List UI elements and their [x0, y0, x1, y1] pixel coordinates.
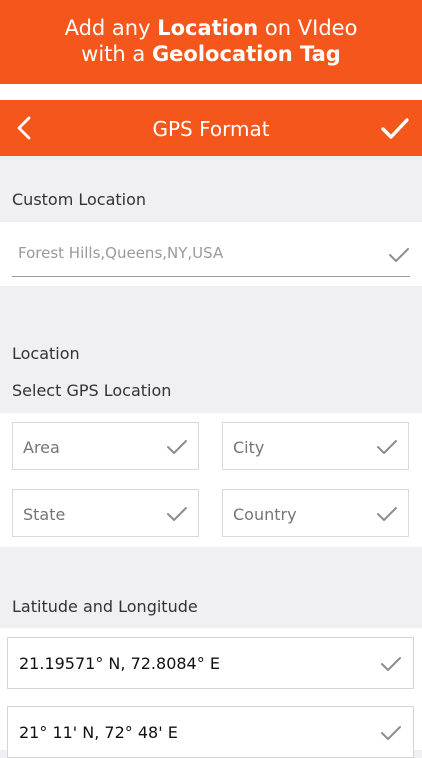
location-label: Location — [12, 344, 80, 363]
banner-bold-text: Geolocation Tag — [151, 42, 341, 66]
page-title: GPS Format — [152, 117, 270, 141]
state-input[interactable] — [23, 504, 163, 524]
city-field[interactable] — [222, 422, 409, 470]
custom-location-field — [12, 232, 410, 277]
city-input[interactable] — [233, 437, 373, 457]
checkmark-icon — [381, 118, 409, 139]
divider — [0, 84, 422, 100]
checkmark-icon — [381, 726, 401, 740]
banner-line-1: Add any Location on VIdeo — [0, 15, 422, 41]
coord-text: 21.19571° N, 72.8084° E — [19, 654, 220, 673]
banner-text: with a — [81, 42, 152, 66]
state-field[interactable] — [12, 489, 199, 537]
checkmark-icon[interactable] — [166, 505, 188, 523]
coord-option-decimal[interactable]: 21.19571° N, 72.8084° E — [7, 637, 414, 689]
banner-text: on VIdeo — [258, 16, 358, 40]
area-field[interactable] — [12, 422, 199, 470]
coord-option-dms[interactable]: 21° 11' N, 72° 48' E — [7, 706, 414, 758]
custom-location-label: Custom Location — [12, 190, 147, 209]
checkmark-icon — [381, 657, 401, 671]
country-field[interactable] — [222, 489, 409, 537]
custom-location-input[interactable] — [18, 242, 378, 264]
select-gps-location-label: Select GPS Location — [12, 381, 172, 400]
country-input[interactable] — [233, 504, 373, 524]
lat-long-label: Latitude and Longitude — [12, 597, 198, 616]
area-input[interactable] — [23, 437, 163, 457]
checkmark-icon[interactable] — [388, 246, 410, 264]
promo-banner: Add any Location on VIdeo with a Geoloca… — [0, 0, 422, 84]
banner-line-2: with a Geolocation Tag — [0, 41, 422, 67]
navigation-bar: GPS Format — [0, 100, 422, 156]
checkmark-icon[interactable] — [376, 505, 398, 523]
banner-text: Add any — [64, 16, 158, 40]
done-button[interactable] — [380, 116, 410, 142]
checkmark-icon[interactable] — [376, 438, 398, 456]
coord-text: 21° 11' N, 72° 48' E — [19, 723, 178, 742]
checkmark-icon[interactable] — [166, 438, 188, 456]
banner-bold-text: Location — [157, 16, 259, 40]
